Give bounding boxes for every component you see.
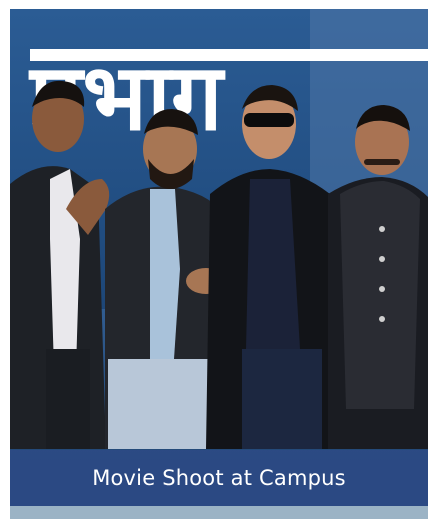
photo-card: प्रभाग Movie Shoot at Campus — [10, 9, 428, 519]
event-photo: प्रभाग — [10, 9, 428, 519]
caption-bar: Movie Shoot at Campus — [10, 450, 428, 506]
caption-text: Movie Shoot at Campus — [92, 466, 346, 490]
footer-strip — [10, 506, 428, 519]
